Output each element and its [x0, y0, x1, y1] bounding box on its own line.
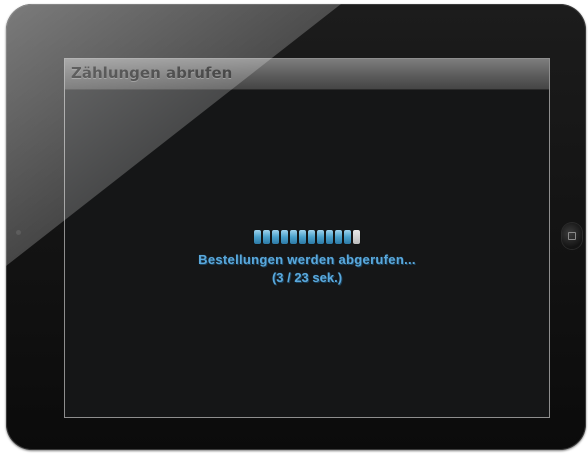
progress-segment-filled — [317, 230, 324, 244]
progress-bar — [254, 230, 360, 244]
progress-segment-filled — [281, 230, 288, 244]
progress-segment-empty — [353, 230, 360, 244]
window-header: Zählungen abrufen — [65, 59, 549, 90]
home-button-icon[interactable] — [562, 223, 582, 249]
progress-segment-filled — [326, 230, 333, 244]
loading-timer: (3 / 23 sek.) — [271, 270, 343, 285]
app-screen: Zählungen abrufen Bestellungen werden ab… — [64, 58, 550, 418]
stage: Zählungen abrufen Bestellungen werden ab… — [0, 0, 588, 457]
progress-segment-filled — [344, 230, 351, 244]
camera-icon — [16, 230, 21, 235]
progress-segment-filled — [272, 230, 279, 244]
progress-segment-filled — [263, 230, 270, 244]
window-title: Zählungen abrufen — [71, 64, 233, 82]
home-button-square — [568, 232, 576, 240]
progress-segment-filled — [308, 230, 315, 244]
progress-segment-filled — [290, 230, 297, 244]
tablet-frame: Zählungen abrufen Bestellungen werden ab… — [6, 4, 586, 450]
progress-segment-filled — [335, 230, 342, 244]
loading-message: Bestellungen werden abgerufen... — [198, 252, 416, 267]
loading-panel: Bestellungen werden abgerufen... (3 / 23… — [65, 229, 549, 285]
progress-segment-filled — [254, 230, 261, 244]
progress-segment-filled — [299, 230, 306, 244]
